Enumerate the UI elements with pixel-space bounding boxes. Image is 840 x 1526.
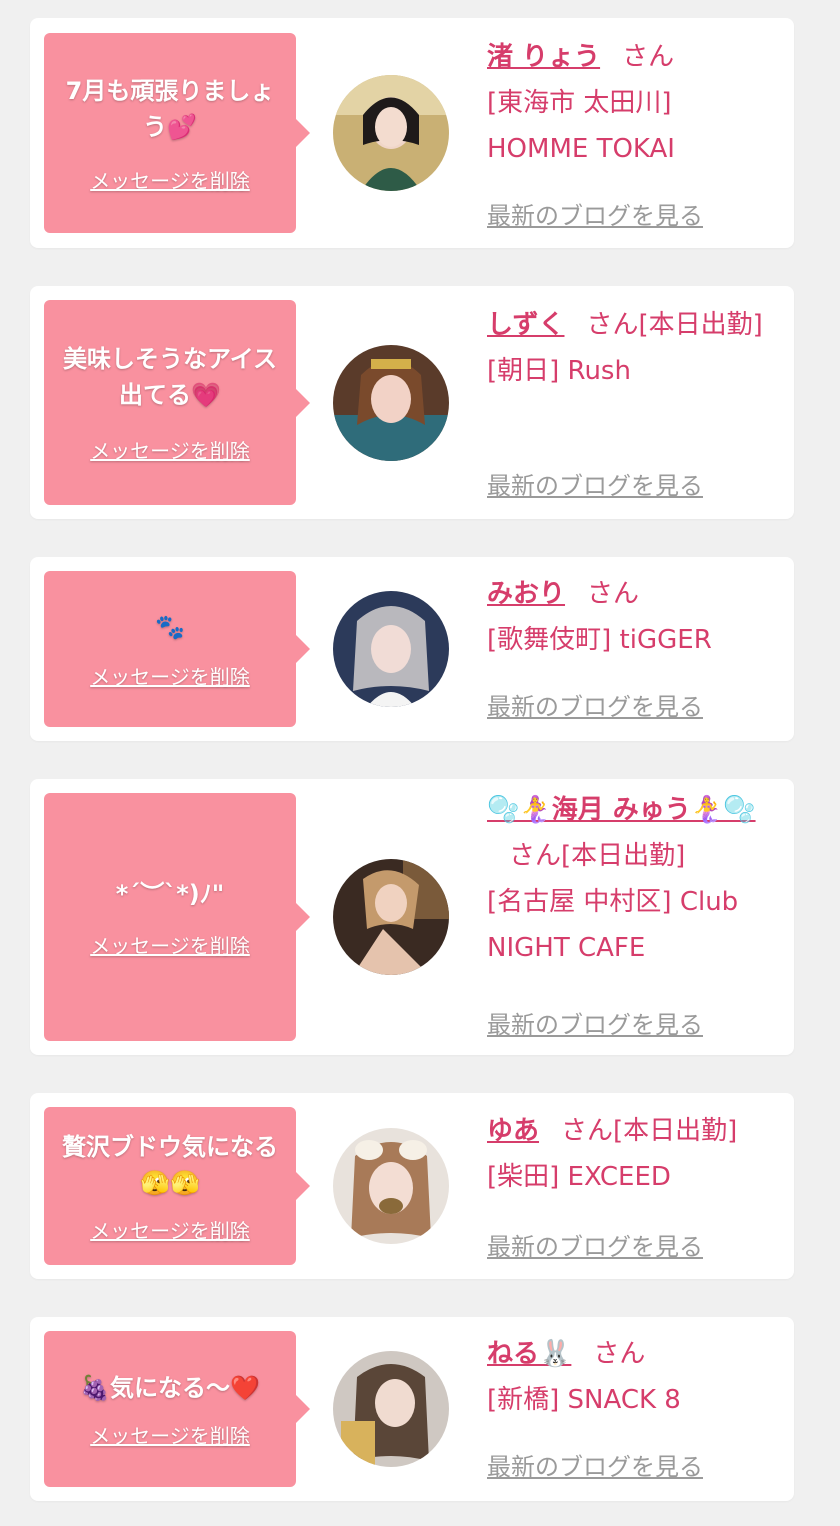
message-card: 贅沢ブドウ気になる🫣🫣 メッセージを削除 ゆあ さん[本日出勤] [柴田] EXC… — [30, 1093, 794, 1279]
cast-info: みおり さん [歌舞伎町] tiGGER — [487, 571, 777, 663]
delete-message-link[interactable]: メッセージを削除 — [90, 1420, 250, 1449]
delete-message-link[interactable]: メッセージを削除 — [90, 930, 250, 959]
honorific: さん — [586, 310, 639, 340]
honorific: さん — [593, 1339, 646, 1369]
shop-info: [歌舞伎町] tiGGER — [487, 625, 712, 655]
avatar[interactable] — [333, 859, 449, 975]
message-text: 🍇気になる〜❤️ — [80, 1373, 260, 1402]
cast-info: ゆあ さん[本日出勤] [柴田] EXCEED — [487, 1108, 777, 1200]
avatar-photo — [333, 1351, 449, 1467]
status-text: [本日出勤] — [638, 310, 763, 340]
view-blog-link[interactable]: 最新のブログを見る — [487, 1005, 703, 1040]
cast-name-link[interactable]: 渚 りょう — [487, 42, 600, 72]
message-bubble: 🍇気になる〜❤️ メッセージを削除 — [44, 1331, 310, 1487]
honorific: さん — [561, 1116, 614, 1146]
honorific: さん — [587, 579, 640, 609]
avatar-photo — [333, 75, 449, 191]
delete-message-link[interactable]: メッセージを削除 — [90, 435, 250, 464]
avatar-photo — [333, 1128, 449, 1244]
message-card: 7月も頑張りましょう💕 メッセージを削除 渚 りょう さん [東海市 太田川] H… — [30, 18, 794, 248]
delete-message-link[interactable]: メッセージを削除 — [90, 165, 250, 194]
avatar[interactable] — [333, 1351, 449, 1467]
status-text: [本日出勤] — [561, 841, 686, 871]
cast-name-link[interactable]: みおり — [487, 579, 565, 609]
avatar-photo — [333, 345, 449, 461]
message-text: 🐾 — [155, 612, 185, 641]
shop-info: [東海市 太田川] HOMME TOKAI — [487, 88, 675, 164]
honorific: さん — [509, 841, 562, 871]
delete-message-link[interactable]: メッセージを削除 — [90, 661, 250, 690]
message-text: 贅沢ブドウ気になる🫣🫣 — [62, 1132, 278, 1197]
message-card: 美味しそうなアイス出てる💗 メッセージを削除 しずく さん[本日出勤] [朝日] … — [30, 286, 794, 519]
view-blog-link[interactable]: 最新のブログを見る — [487, 1227, 703, 1262]
shop-info: [朝日] Rush — [487, 356, 631, 386]
status-text: [本日出勤] — [613, 1116, 738, 1146]
avatar[interactable] — [333, 1128, 449, 1244]
message-card: *´︶`*)ﾉ" メッセージを削除 🫧🧜‍♀️海月 みゅう🧜‍♀️🫧 さん[本日出… — [30, 779, 794, 1055]
message-bubble: 🐾 メッセージを削除 — [44, 571, 310, 727]
message-list: 7月も頑張りましょう💕 メッセージを削除 渚 りょう さん [東海市 太田川] H… — [0, 0, 840, 1526]
cast-info: しずく さん[本日出勤] [朝日] Rush — [487, 302, 777, 394]
message-bubble: 贅沢ブドウ気になる🫣🫣 メッセージを削除 — [44, 1107, 310, 1265]
honorific: さん — [622, 42, 675, 72]
cast-name-link[interactable]: ねる🐰 — [487, 1339, 571, 1369]
delete-message-link[interactable]: メッセージを削除 — [90, 1215, 250, 1244]
message-bubble: 7月も頑張りましょう💕 メッセージを削除 — [44, 33, 310, 233]
view-blog-link[interactable]: 最新のブログを見る — [487, 196, 703, 231]
cast-name-link[interactable]: しずく — [487, 310, 564, 340]
avatar-photo — [333, 859, 449, 975]
cast-info: ねる🐰 さん [新橋] SNACK 8 — [487, 1331, 777, 1423]
shop-info: [名古屋 中村区] Club NIGHT CAFE — [487, 887, 739, 963]
cast-info: 🫧🧜‍♀️海月 みゅう🧜‍♀️🫧 さん[本日出勤] [名古屋 中村区] Club … — [487, 787, 777, 971]
view-blog-link[interactable]: 最新のブログを見る — [487, 466, 703, 501]
message-card: 🐾 メッセージを削除 みおり さん [歌舞伎町] tiGGER 最新のブログを見る — [30, 557, 794, 741]
avatar[interactable] — [333, 75, 449, 191]
avatar[interactable] — [333, 345, 449, 461]
avatar-photo — [333, 591, 449, 707]
message-text: 7月も頑張りましょう💕 — [65, 76, 275, 141]
message-bubble: *´︶`*)ﾉ" メッセージを削除 — [44, 793, 310, 1041]
shop-info: [柴田] EXCEED — [487, 1162, 671, 1192]
message-text: 美味しそうなアイス出てる💗 — [62, 345, 278, 409]
cast-name-link[interactable]: 🫧🧜‍♀️海月 みゅう🧜‍♀️🫧 — [487, 795, 756, 825]
cast-info: 渚 りょう さん [東海市 太田川] HOMME TOKAI — [487, 34, 777, 172]
view-blog-link[interactable]: 最新のブログを見る — [487, 1447, 703, 1482]
cast-name-link[interactable]: ゆあ — [487, 1116, 539, 1146]
view-blog-link[interactable]: 最新のブログを見る — [487, 687, 703, 722]
message-text: *´︶`*)ﾉ" — [115, 879, 225, 908]
message-bubble: 美味しそうなアイス出てる💗 メッセージを削除 — [44, 300, 310, 505]
avatar[interactable] — [333, 591, 449, 707]
shop-info: [新橋] SNACK 8 — [487, 1385, 681, 1415]
message-card: 🍇気になる〜❤️ メッセージを削除 ねる🐰 さん [新橋] SNACK 8 最新の… — [30, 1317, 794, 1501]
